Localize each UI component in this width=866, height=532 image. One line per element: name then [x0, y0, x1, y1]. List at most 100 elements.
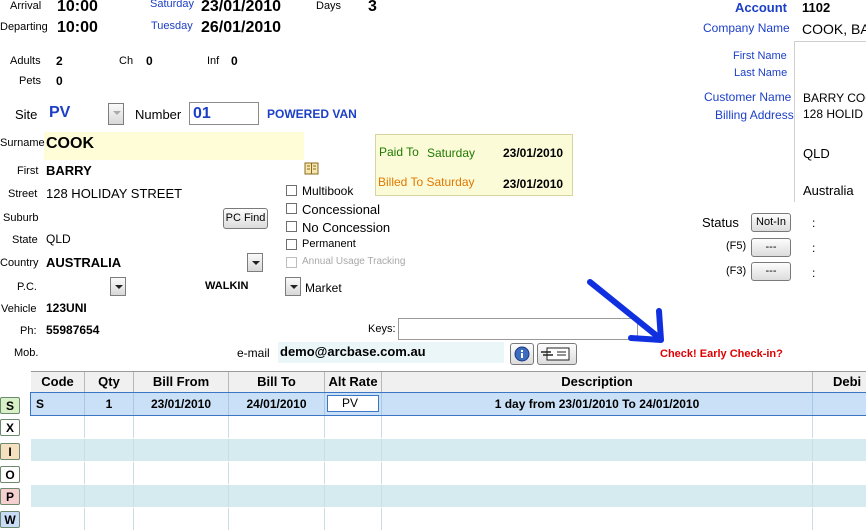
side-button-x[interactable]: X — [0, 419, 20, 436]
option-checkbox[interactable] — [286, 185, 297, 196]
grid-cell[interactable] — [31, 508, 85, 530]
grid-column-header[interactable]: Debi — [813, 372, 866, 393]
number-label: Number — [135, 107, 182, 122]
grid-cell[interactable] — [382, 439, 813, 461]
grid-cell[interactable] — [325, 485, 382, 507]
departing-date[interactable]: 26/01/2010 — [201, 19, 281, 37]
info-button[interactable] — [510, 343, 534, 365]
grid-cell[interactable] — [813, 393, 866, 415]
grid-cell[interactable] — [325, 416, 382, 438]
grid-cell[interactable] — [813, 416, 866, 438]
surname-label: Surname — [0, 137, 45, 149]
state-value[interactable]: QLD — [46, 232, 71, 246]
ph-value[interactable]: 55987654 — [46, 323, 99, 337]
grid-cell[interactable] — [382, 416, 813, 438]
grid-cell[interactable] — [229, 462, 325, 484]
grid-cell[interactable] — [229, 508, 325, 530]
email-send-button[interactable] — [537, 343, 577, 365]
market-dropdown-button[interactable] — [285, 277, 301, 296]
grid-cell[interactable] — [85, 462, 134, 484]
address-book-icon[interactable] — [304, 161, 319, 176]
grid-cell[interactable]: 23/01/2010 — [134, 393, 229, 415]
inf-value[interactable]: 0 — [231, 54, 238, 68]
grid-cell[interactable] — [85, 416, 134, 438]
grid-cell[interactable]: 24/01/2010 — [229, 393, 325, 415]
ch-value[interactable]: 0 — [146, 54, 153, 68]
f3-button[interactable]: --- — [751, 262, 791, 281]
grid-cell[interactable] — [31, 439, 85, 461]
grid-cell[interactable] — [134, 462, 229, 484]
grid-cell[interactable] — [325, 508, 382, 530]
grid-cell[interactable] — [325, 462, 382, 484]
grid-cell[interactable] — [85, 508, 134, 530]
site-value[interactable]: PV — [49, 104, 70, 122]
option-checkbox[interactable] — [286, 203, 297, 214]
account-value[interactable]: 1102 — [802, 0, 830, 15]
surname-field[interactable]: COOK — [44, 132, 304, 160]
option-label: Concessional — [302, 202, 381, 217]
street-value[interactable]: 128 HOLIDAY STREET — [46, 186, 182, 201]
grid-cell[interactable] — [229, 416, 325, 438]
arrival-time[interactable]: 10:00 — [57, 0, 98, 16]
grid-column-header[interactable]: Code — [31, 372, 85, 393]
grid-cell[interactable] — [229, 485, 325, 507]
grid-cell[interactable] — [85, 439, 134, 461]
mob-label: Mob. — [14, 347, 39, 359]
grid-cell[interactable] — [134, 485, 229, 507]
grid-cell[interactable]: PV — [325, 393, 382, 415]
grid-cell[interactable] — [813, 439, 866, 461]
grid-column-header[interactable]: Qty — [85, 372, 134, 393]
option-checkbox[interactable] — [286, 221, 297, 232]
annotation-arrow-icon — [587, 279, 664, 343]
grid-column-header[interactable]: Bill From — [134, 372, 229, 393]
grid-cell[interactable]: 1 — [85, 393, 134, 415]
grid-cell[interactable] — [382, 462, 813, 484]
grid-cell[interactable] — [813, 508, 866, 530]
grid-cell[interactable] — [325, 439, 382, 461]
f5-colon: : — [812, 241, 816, 255]
number-field[interactable]: 01 — [189, 102, 259, 125]
grid-column-header[interactable]: Bill To — [229, 372, 325, 393]
adults-value[interactable]: 2 — [56, 54, 63, 68]
pc-find-button[interactable]: PC Find — [223, 208, 268, 229]
email-field[interactable]: demo@arcbase.com.au — [278, 342, 504, 363]
pets-value[interactable]: 0 — [56, 74, 63, 88]
grid-cell[interactable] — [382, 485, 813, 507]
days-value[interactable]: 3 — [368, 0, 377, 16]
grid-cell[interactable]: 1 day from 23/01/2010 To 24/01/2010 — [382, 393, 813, 415]
grid-cell[interactable] — [134, 416, 229, 438]
vehicle-value[interactable]: 123UNI — [46, 301, 87, 315]
option-checkbox[interactable] — [286, 239, 297, 250]
grid-column-header[interactable]: Alt Rate — [325, 372, 382, 393]
side-button-s[interactable]: S — [0, 397, 20, 414]
grid-cell[interactable] — [85, 485, 134, 507]
billing-address-box[interactable] — [794, 41, 866, 202]
grid-cell[interactable] — [134, 439, 229, 461]
arrival-date[interactable]: 23/01/2010 — [201, 0, 281, 16]
first-value[interactable]: BARRY — [46, 163, 92, 178]
grid-cell[interactable] — [134, 508, 229, 530]
grid-cell[interactable] — [382, 508, 813, 530]
company-name-value[interactable]: COOK, BA — [802, 21, 866, 37]
grid-column-header[interactable]: Description — [382, 372, 813, 393]
side-button-w[interactable]: W — [0, 511, 20, 528]
site-dropdown-button[interactable] — [108, 103, 124, 125]
country-dropdown-button[interactable] — [247, 253, 263, 272]
grid-cell[interactable] — [31, 462, 85, 484]
pc-dropdown-button[interactable] — [110, 277, 126, 296]
alt-rate-input[interactable]: PV — [327, 395, 379, 412]
adults-label: Adults — [10, 55, 41, 67]
side-button-i[interactable]: I — [0, 443, 20, 460]
status-not-in-button[interactable]: Not-In — [751, 213, 791, 232]
grid-cell[interactable] — [813, 462, 866, 484]
f5-button[interactable]: --- — [751, 238, 791, 257]
grid-cell[interactable] — [813, 485, 866, 507]
side-button-p[interactable]: P — [0, 488, 20, 505]
grid-cell[interactable] — [31, 416, 85, 438]
grid-cell[interactable] — [229, 439, 325, 461]
country-value[interactable]: AUSTRALIA — [46, 255, 121, 270]
side-button-o[interactable]: O — [0, 466, 20, 483]
grid-cell[interactable]: S — [31, 393, 85, 415]
grid-cell[interactable] — [31, 485, 85, 507]
departing-time[interactable]: 10:00 — [57, 19, 98, 37]
